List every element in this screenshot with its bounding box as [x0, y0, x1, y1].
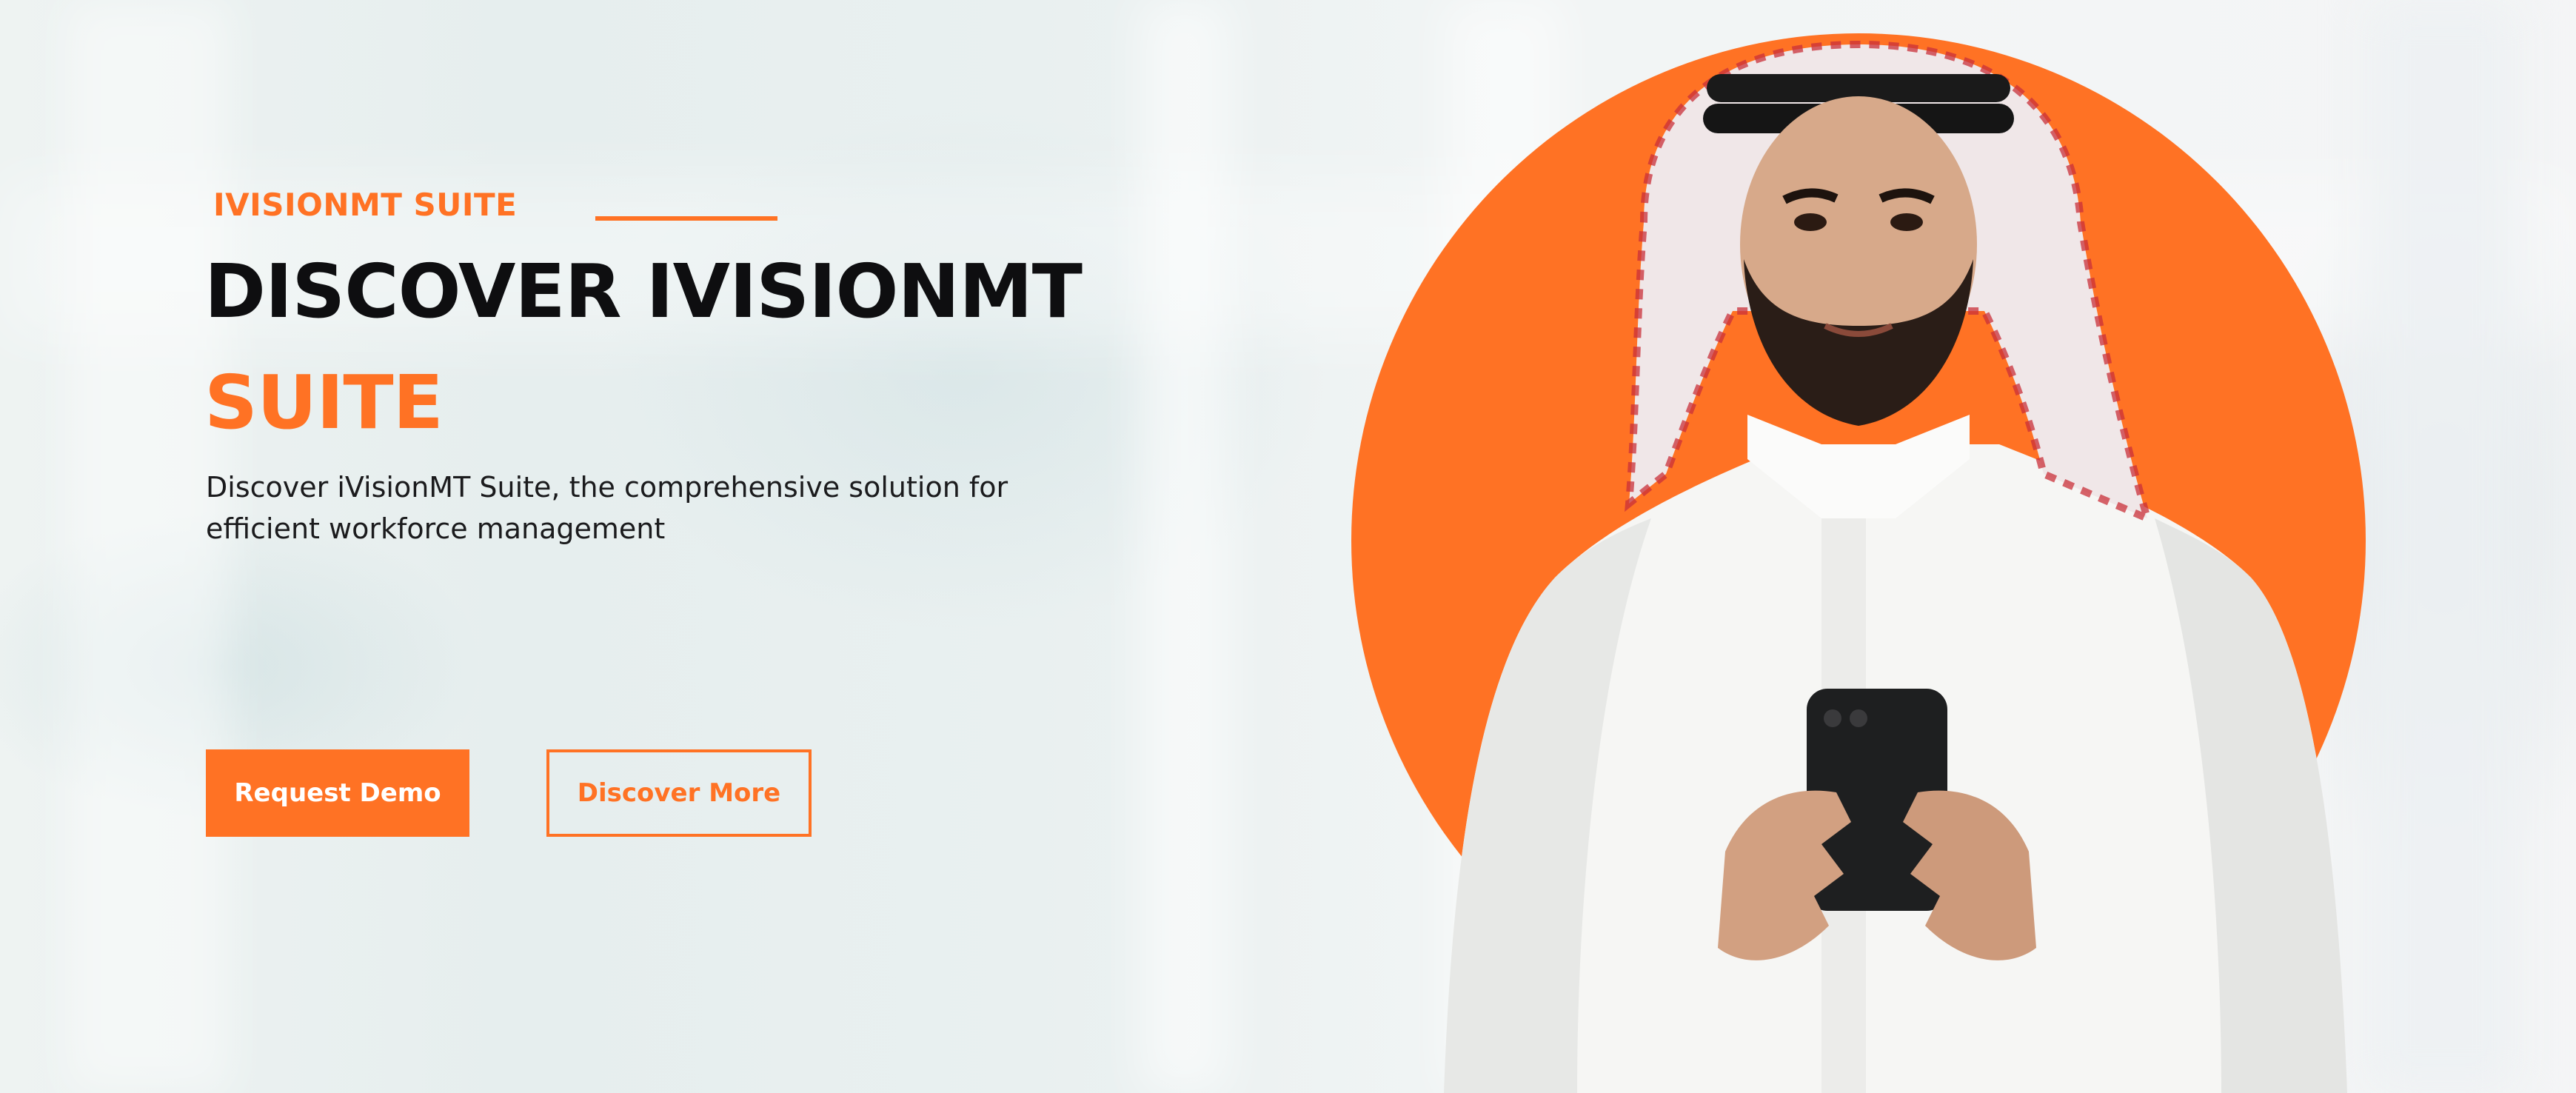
hero-eyebrow: IVISIONMT SUITE: [213, 187, 518, 223]
hero-headline-line1: DISCOVER IVISIONMT: [204, 248, 1083, 335]
hero-subtitle: Discover iVisionMT Suite, the comprehens…: [206, 471, 1008, 545]
eyebrow-divider: [595, 216, 777, 221]
person-eye: [1794, 213, 1827, 231]
hero-illustration: [1351, 33, 2366, 1093]
phone-camera: [1824, 709, 1841, 727]
background-blur-column: [1140, 0, 1229, 1093]
phone-camera: [1850, 709, 1867, 727]
background-blur-column: [67, 0, 230, 1093]
request-demo-button[interactable]: Request Demo: [206, 749, 469, 837]
hero-headline-line2: SUITE: [204, 359, 444, 446]
person-eye: [1890, 213, 1923, 231]
discover-more-button[interactable]: Discover More: [546, 749, 812, 837]
